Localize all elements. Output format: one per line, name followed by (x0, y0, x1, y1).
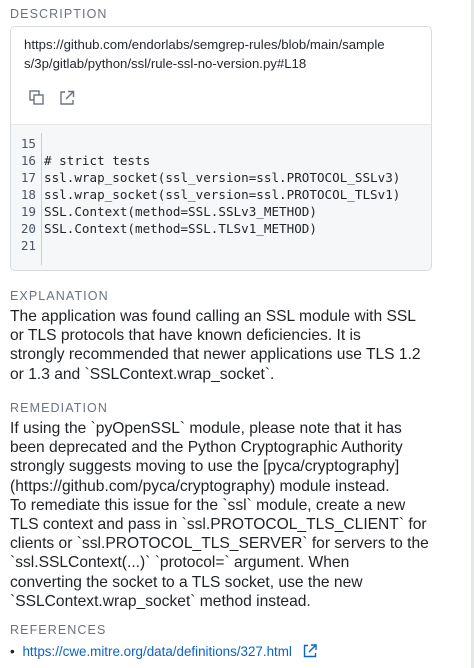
line-number: 21 (20, 238, 36, 253)
remediation-line: To remediate this issue for the `ssl` mo… (10, 496, 406, 514)
remediation-heading: REMEDIATION (10, 401, 108, 415)
references-heading: REFERENCES (10, 623, 107, 637)
reference-link[interactable]: https://cwe.mitre.org/data/definitions/3… (22, 644, 291, 659)
remediation-line: (https://github.com/pyca/cryptography) m… (10, 477, 390, 495)
line-code: SSL.Context(method=SSL.TLSv1_METHOD) (44, 221, 317, 236)
description-heading: DESCRIPTION (10, 7, 108, 21)
explanation-line: or 1.3 and `SSLContext.wrap_socket`. (10, 365, 275, 383)
description-card: https://github.com/endorlabs/semgrep-rul… (10, 26, 432, 271)
copy-icon[interactable] (28, 89, 46, 107)
explanation-line: The application was found calling an SSL… (10, 308, 416, 325)
source-url-line: s/3p/gitlab/python/ssl/rule-ssl-no-versi… (24, 56, 307, 71)
line-number: 16 (20, 153, 36, 168)
explanation-line: strongly recommended that newer applicat… (10, 346, 421, 364)
line-code: ssl.wrap_socket(ssl_version=ssl.PROTOCOL… (44, 187, 401, 202)
line-code: ssl.wrap_socket(ssl_version=ssl.PROTOCOL… (44, 170, 401, 185)
reference-item: • https://cwe.mitre.org/data/definitions… (10, 643, 318, 662)
remediation-line: converting the socket to a TLS socket, u… (10, 573, 363, 591)
remediation-line: been deprecated and the Python Cryptogra… (10, 439, 403, 457)
line-code: # strict tests (44, 153, 151, 168)
explanation-text: The application was found calling an SSL… (10, 307, 450, 384)
line-number: 18 (20, 187, 36, 202)
line-number: 20 (20, 221, 36, 236)
explanation-line: or TLS protocols that have known deficie… (10, 327, 361, 345)
line-number: 15 (20, 136, 36, 151)
source-url-line: https://github.com/endorlabs/semgrep-rul… (24, 37, 385, 52)
explanation-heading: EXPLANATION (10, 289, 109, 303)
code-snippet: 15 16 # strict tests 17 ssl.wrap_socket(… (11, 124, 431, 270)
remediation-line: clients or `ssl.PROTOCOL_TLS_SERVER` for… (10, 535, 429, 553)
line-number: 19 (20, 204, 36, 219)
remediation-text: If using the `pyOpenSSL` module, please … (10, 419, 450, 611)
external-link-icon[interactable] (58, 89, 76, 107)
remediation-line: `SSLContext.wrap_socket` method instead. (10, 592, 311, 610)
remediation-line: TLS context and pass in `ssl.PROTOCOL_TL… (10, 516, 427, 534)
list-bullet: • (10, 644, 15, 659)
line-number: 17 (20, 170, 36, 185)
remediation-line: If using the `pyOpenSSL` module, please … (10, 420, 402, 437)
line-code: SSL.Context(method=SSL.SSLv3_METHOD) (44, 204, 317, 219)
remediation-line: `ssl.SSLContext(...)` `protocol=` argume… (10, 554, 350, 572)
source-url[interactable]: https://github.com/endorlabs/semgrep-rul… (24, 35, 424, 73)
remediation-line: strongly suggests moving to use the [pyc… (10, 458, 400, 476)
gutter-divider (41, 133, 42, 265)
external-link-icon[interactable] (302, 643, 318, 662)
